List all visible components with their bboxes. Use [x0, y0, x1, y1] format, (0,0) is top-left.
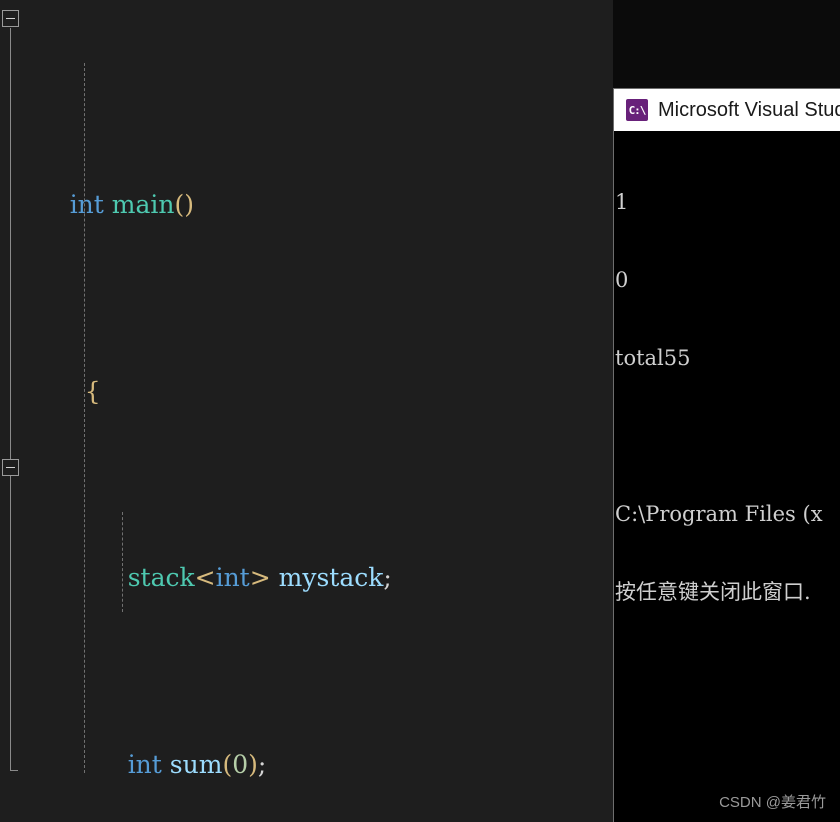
token-identifier: mystack [278, 563, 384, 593]
console-output-blank [615, 423, 840, 449]
code-editor[interactable]: int main() { stack<int> mystack; int sum… [0, 0, 613, 822]
token-keyword: int [127, 749, 162, 779]
console-output-line: 0 [615, 268, 629, 292]
token-identifier: sum [169, 749, 223, 779]
indent-guide-level2 [122, 512, 123, 612]
console-output[interactable]: 1 0 total55 C:\Program Files (x 按任意键关闭此窗… [614, 131, 840, 657]
console-titlebar[interactable]: C:\ Microsoft Visual Studi [614, 89, 840, 131]
indent-guide-level1 [84, 63, 85, 773]
code-text-area[interactable]: int main() { stack<int> mystack; int sum… [22, 0, 613, 822]
collapse-toggle-main[interactable] [2, 10, 19, 27]
console-output-line: 1 [615, 190, 629, 214]
console-output-line: total55 [615, 346, 691, 370]
watermark: CSDN @姜君竹 [719, 794, 826, 811]
token-number: 0 [232, 749, 249, 779]
token-keyword: int [69, 190, 104, 220]
outline-vertical-line-main [10, 28, 11, 770]
code-line[interactable]: stack<int> mystack; [22, 522, 613, 592]
code-line[interactable]: int sum(0); [22, 709, 613, 779]
token-brace: { [84, 376, 101, 406]
console-output-prompt: 按任意键关闭此窗口. [615, 580, 811, 604]
token-keyword: int [215, 563, 250, 593]
token-type: stack [127, 563, 195, 593]
console-output-path: C:\Program Files (x [615, 502, 823, 526]
collapse-toggle-while[interactable] [2, 459, 19, 476]
console-window-title: Microsoft Visual Studi [658, 98, 840, 121]
code-line[interactable]: { [22, 336, 613, 406]
token-paren: () [174, 190, 195, 220]
code-line[interactable]: int main() [22, 149, 613, 219]
console-window[interactable]: C:\ Microsoft Visual Studi 1 0 total55 C… [613, 88, 840, 822]
token-function: main [111, 190, 175, 220]
outlining-gutter[interactable] [0, 0, 22, 822]
cmd-icon: C:\ [626, 99, 648, 121]
outline-foot-main [10, 770, 18, 771]
